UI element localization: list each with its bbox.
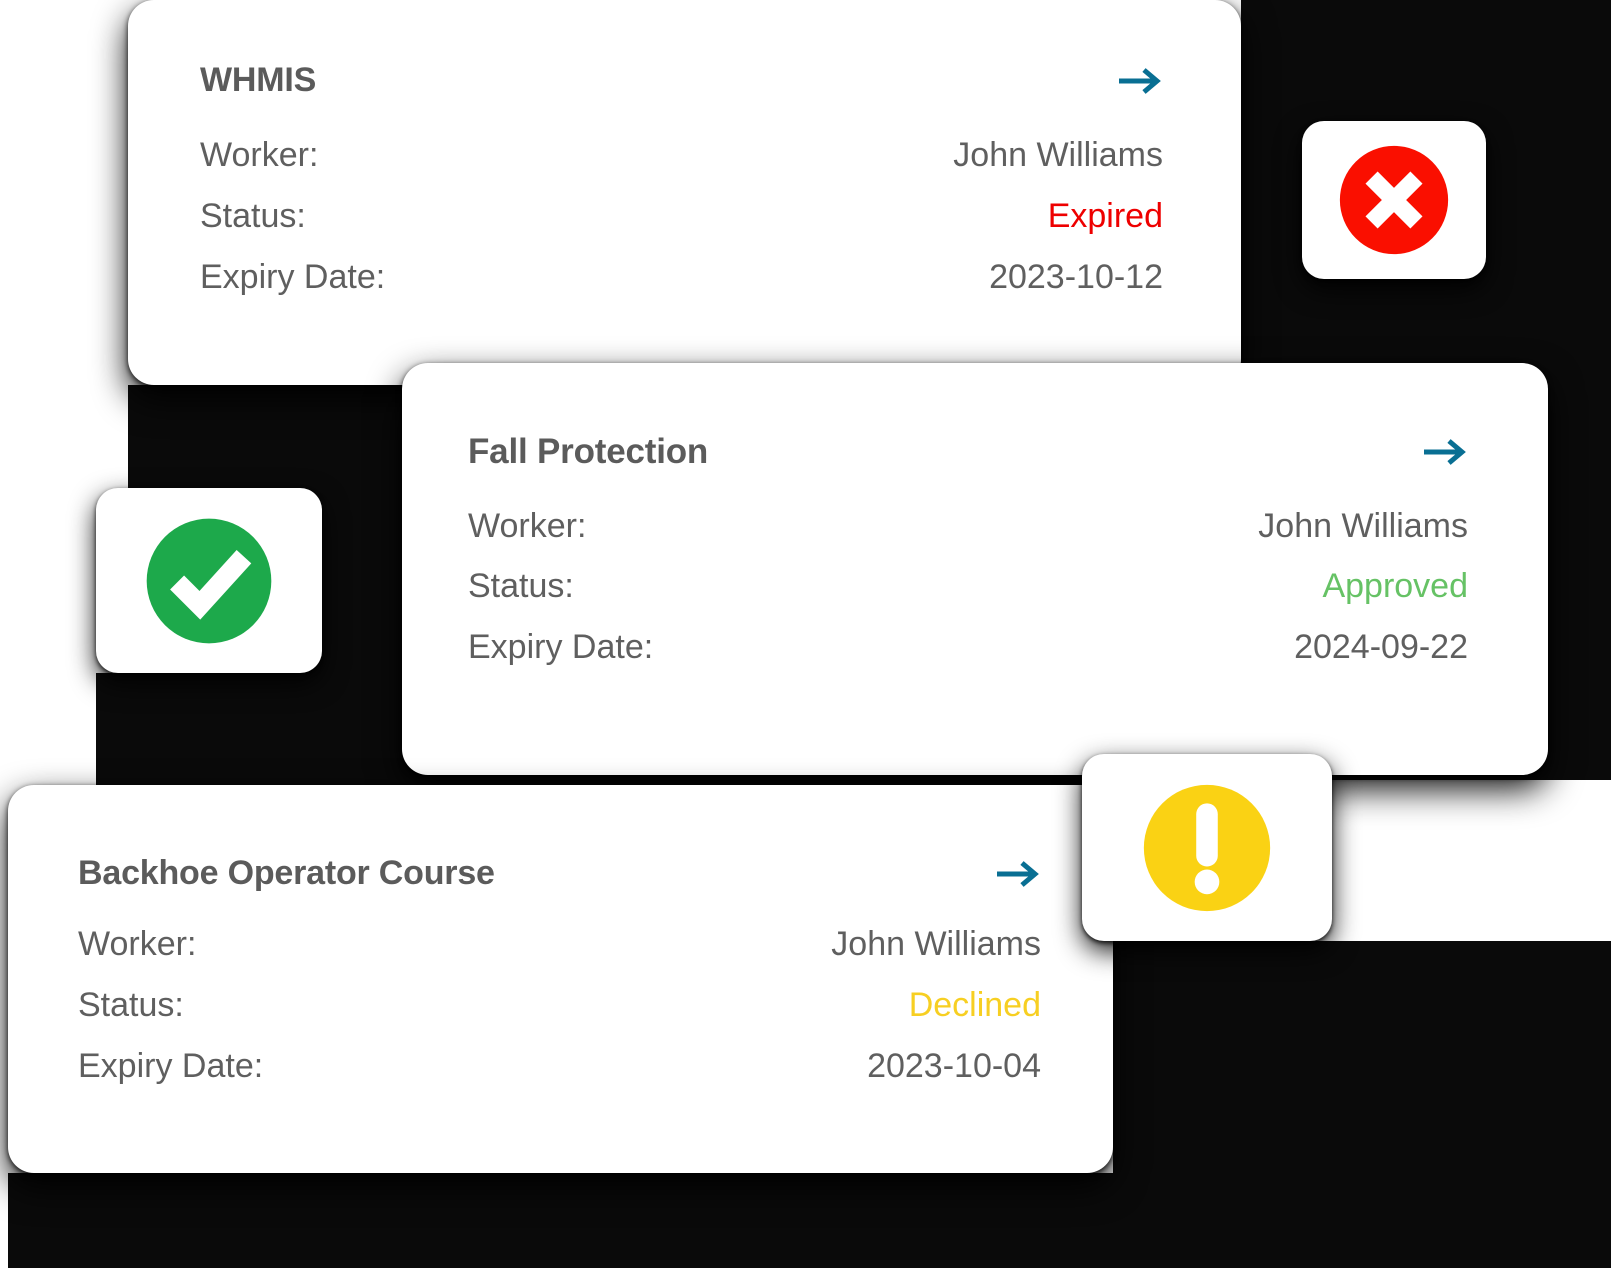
detail-row: Expiry Date: 2023-10-04 [78,1044,1041,1089]
card-title: WHMIS [200,61,317,99]
card-detail-rows: Worker: John Williams Status: Expired Ex… [200,133,1163,300]
shadow-plate-top-right [1241,0,1611,140]
row-label: Expiry Date: [468,628,654,667]
detail-row: Worker: John Williams [200,133,1163,178]
worker-value: John Williams [1258,506,1468,545]
shadow-plate-left [96,673,402,785]
card-header: Fall Protection [468,432,1468,472]
detail-row: Worker: John Williams [468,504,1468,549]
error-circle-x-icon [1339,145,1449,255]
certification-card[interactable]: Fall Protection Worker: John Williams St… [402,363,1548,775]
status-badge: Approved [1322,567,1468,606]
row-label: Worker: [78,925,197,964]
detail-row: Expiry Date: 2024-09-22 [468,625,1468,670]
row-label: Worker: [200,136,319,175]
shadow-plate-bottom [8,1173,1113,1268]
arrow-right-icon[interactable] [1422,437,1468,467]
worker-value: John Williams [953,136,1163,175]
status-badge: Declined [908,986,1041,1025]
warning-circle-exclaim-icon [1143,784,1271,911]
expiry-date-value: 2024-09-22 [1294,628,1468,667]
expiry-date-value: 2023-10-12 [989,258,1163,297]
card-header: WHMIS [200,61,1163,99]
card-detail-rows: Worker: John Williams Status: Approved E… [468,504,1468,671]
worker-value: John Williams [831,925,1041,964]
row-label: Worker: [468,506,587,545]
row-label: Expiry Date: [200,258,386,297]
row-label: Status: [78,986,184,1025]
card-header: Backhoe Operator Course [78,854,1041,892]
card-detail-rows: Worker: John Williams Status: Declined E… [78,922,1041,1089]
cert-cards-collage: WHMIS Worker: John Williams Status: Expi… [0,0,1611,1268]
shadow-plate-bottom-far [1113,1191,1611,1268]
detail-row: Status: Expired [200,194,1163,239]
row-label: Status: [200,197,306,236]
status-badge-tile-approved [96,488,322,673]
certification-card[interactable]: WHMIS Worker: John Williams Status: Expi… [128,0,1241,385]
status-badge-tile-declined [1082,754,1332,941]
detail-row: Status: Declined [78,983,1041,1028]
expiry-date-value: 2023-10-04 [867,1047,1041,1086]
certification-card[interactable]: Backhoe Operator Course Worker: John Wil… [8,785,1113,1173]
arrow-right-icon[interactable] [995,859,1041,889]
detail-row: Status: Approved [468,564,1468,609]
row-label: Status: [468,567,574,606]
status-badge-tile-expired [1302,121,1486,279]
card-title: Fall Protection [468,432,709,471]
card-title: Backhoe Operator Course [78,854,495,892]
detail-row: Expiry Date: 2023-10-12 [200,255,1163,300]
detail-row: Worker: John Williams [78,922,1041,967]
status-badge: Expired [1047,197,1163,236]
success-circle-check-icon [146,518,272,643]
shadow-plate-bottom-right [1113,941,1611,1191]
arrow-right-icon[interactable] [1117,66,1163,96]
row-label: Expiry Date: [78,1047,264,1086]
